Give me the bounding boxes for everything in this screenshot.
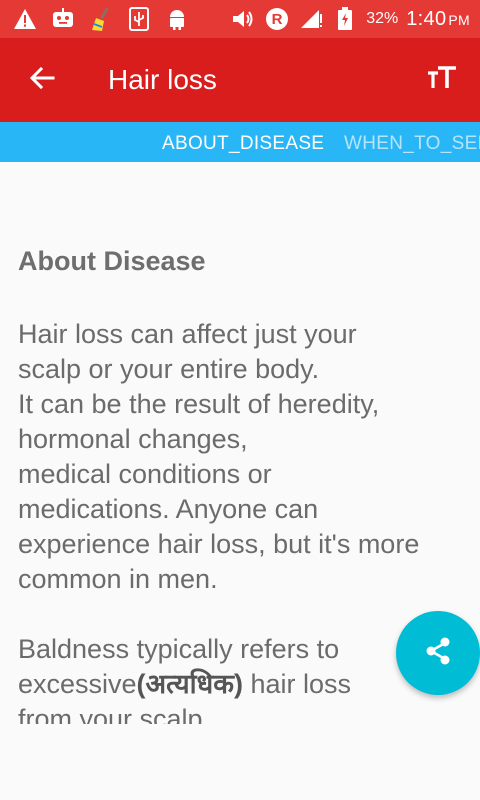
- share-button[interactable]: [396, 611, 480, 695]
- battery-percent: 32%: [366, 10, 399, 27]
- tab-when-to-see[interactable]: WHEN_TO_SEE: [344, 122, 480, 162]
- back-button[interactable]: [22, 60, 62, 100]
- paragraph-line: medications. Anyone can: [18, 494, 319, 524]
- chat-bot-icon: [50, 6, 76, 32]
- battery-icon: [332, 6, 358, 32]
- clock-time: 1:40: [406, 7, 447, 30]
- status-bar: R 32% 1:40 PM: [0, 0, 480, 38]
- baldness-paragraph: Baldness typically refers to excessive(अ…: [18, 632, 462, 724]
- section-heading: About Disease: [18, 246, 206, 276]
- arrow-back-icon: [29, 65, 55, 96]
- broom-icon: [88, 6, 114, 32]
- paragraph-text: excessive: [18, 669, 137, 699]
- paragraph-line: It can be the result of heredity,: [18, 389, 380, 419]
- status-clock: 1:40 PM: [406, 8, 470, 31]
- paragraph-line: Hair loss can affect just your: [18, 319, 357, 349]
- page-title: Hair loss: [108, 64, 217, 95]
- paragraph-line: medical conditions or: [18, 459, 272, 489]
- paragraph-line: hormonal changes,: [18, 424, 248, 454]
- paragraph-line: from your scalp.: [18, 704, 211, 724]
- tab-about-disease[interactable]: ABOUT_DISEASE: [162, 122, 324, 162]
- paragraph-text: hair loss: [242, 669, 352, 699]
- volume-icon: [230, 6, 256, 32]
- usb-icon: [126, 6, 152, 32]
- clock-ampm: PM: [448, 11, 470, 28]
- description-paragraph: Hair loss can affect just your scalp or …: [18, 317, 462, 597]
- hindi-translation: (अत्यधिक): [136, 669, 243, 699]
- paragraph-line: excessive(अत्यधिक) hair loss: [18, 667, 462, 702]
- tab-bar: ABOUT_DISEASE WHEN_TO_SEE: [0, 122, 480, 162]
- paragraph-line: common in men.: [18, 564, 218, 594]
- text-size-icon: [427, 65, 457, 95]
- content-scroll-area[interactable]: About Disease Hair loss can affect just …: [18, 162, 462, 724]
- roaming-r-icon: R: [264, 6, 290, 32]
- share-icon: [422, 635, 454, 672]
- warning-icon: [12, 6, 38, 32]
- paragraph-line: scalp or your entire body.: [18, 354, 320, 384]
- signal-icon: [298, 6, 324, 32]
- svg-text:R: R: [272, 11, 283, 28]
- text-size-button[interactable]: [422, 60, 462, 100]
- android-icon: [164, 6, 190, 32]
- paragraph-line: experience hair loss, but it's more: [18, 529, 420, 559]
- app-bar: Hair loss: [0, 38, 480, 122]
